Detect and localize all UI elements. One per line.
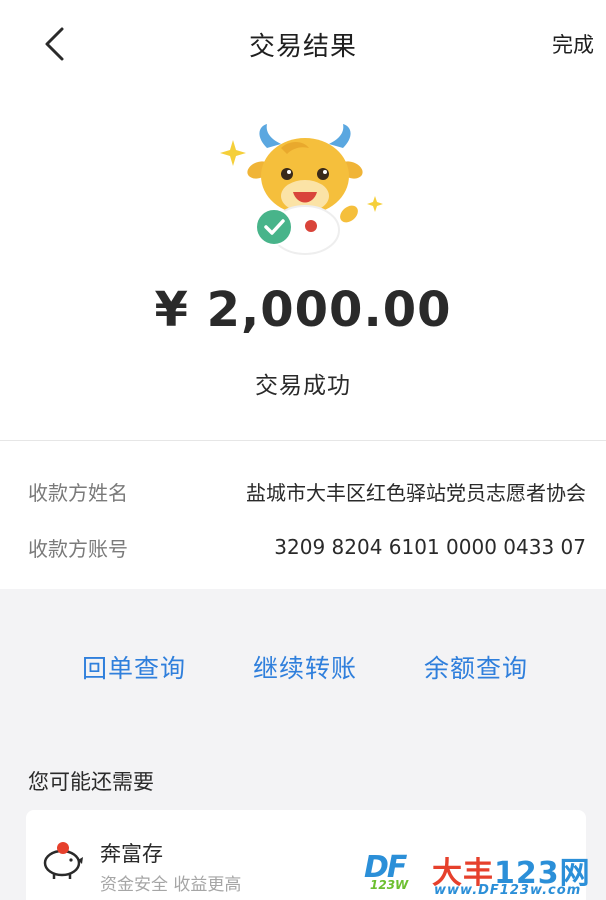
payee-account-label: 收款方账号 (28, 536, 128, 561)
product-title: 奔富存 (100, 842, 163, 866)
receipt-query-button[interactable]: 回单查询 (82, 649, 186, 685)
result-panel: 交易结果 完成 ¥ 2,000.00 交易成功 (0, 0, 606, 440)
section-title: 您可能还需要 (28, 770, 154, 794)
transaction-amount: ¥ 2,000.00 (154, 282, 452, 338)
piggy-bank-icon (43, 842, 83, 879)
payee-name-row: 收款方姓名 盐城市大丰区红色驿站党员志愿者协会 (28, 471, 586, 511)
watermark-url: www.DF123w.com (434, 883, 582, 898)
site-watermark: DF 123W 大丰123网 www.DF123w.com (362, 848, 604, 900)
success-check-icon (255, 208, 293, 246)
balance-query-button[interactable]: 余额查询 (424, 649, 528, 685)
nav-bar: 交易结果 完成 (0, 0, 606, 86)
payee-name-label: 收款方姓名 (28, 480, 128, 505)
product-subtitle: 资金安全 收益更高 (100, 875, 242, 895)
payee-details: 收款方姓名 盐城市大丰区红色驿站党员志愿者协会 收款方账号 3209 8204 … (0, 441, 606, 589)
continue-transfer-button[interactable]: 继续转账 (253, 649, 357, 685)
action-bar: 回单查询 继续转账 余额查询 (0, 589, 606, 749)
payee-account-row: 收款方账号 3209 8204 6101 0000 0433 07 (28, 527, 586, 567)
watermark-logo: DF 123W (362, 848, 424, 898)
page-title: 交易结果 (248, 32, 357, 62)
transaction-status: 交易成功 (255, 373, 351, 399)
mascot-ox-icon (220, 124, 383, 255)
done-button[interactable]: 完成 (552, 29, 594, 59)
payee-account-value: 3209 8204 6101 0000 0433 07 (274, 535, 586, 559)
payee-name-value: 盐城市大丰区红色驿站党员志愿者协会 (246, 480, 586, 505)
watermark-logo-sub: 123W (370, 878, 409, 892)
mascot-illustration (215, 118, 390, 258)
